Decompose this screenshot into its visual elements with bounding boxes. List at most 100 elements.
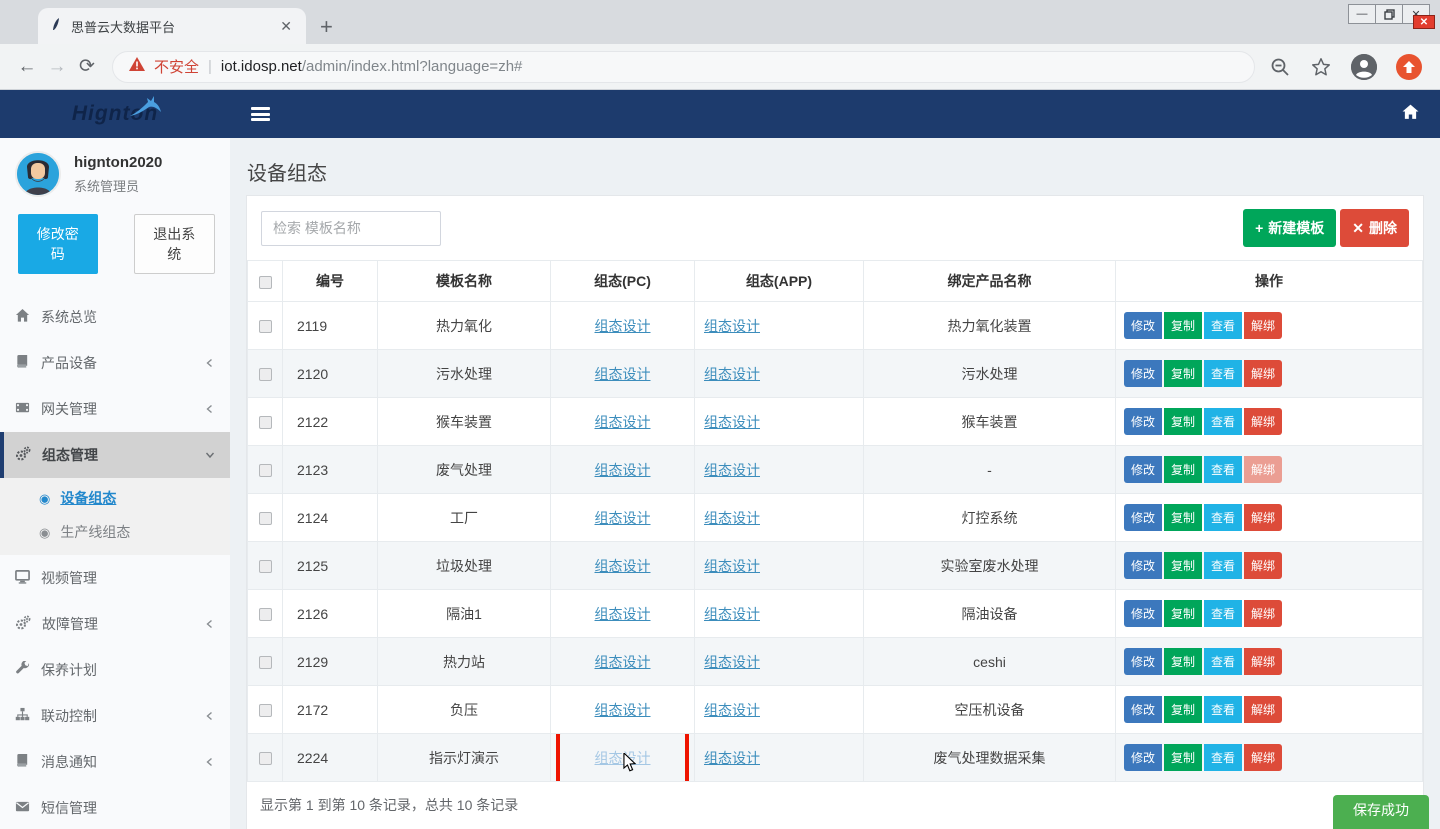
sidebar-item-gateway[interactable]: 网关管理	[0, 386, 230, 432]
new-template-button[interactable]: +新建模板	[1243, 209, 1336, 247]
unbind-button[interactable]: 解绑	[1244, 648, 1282, 675]
bookmark-star-icon[interactable]	[1310, 56, 1332, 78]
copy-button[interactable]: 复制	[1164, 648, 1202, 675]
edit-button[interactable]: 修改	[1124, 552, 1162, 579]
close-button[interactable]: ✕✕	[1402, 4, 1430, 24]
home-icon[interactable]	[1402, 104, 1419, 125]
edit-button[interactable]: 修改	[1124, 408, 1162, 435]
view-button[interactable]: 查看	[1204, 696, 1242, 723]
copy-button[interactable]: 复制	[1164, 552, 1202, 579]
pc-config-link[interactable]: 组态设计	[595, 606, 651, 622]
unbind-button[interactable]: 解绑	[1244, 312, 1282, 339]
pc-config-link[interactable]: 组态设计	[595, 510, 651, 526]
view-button[interactable]: 查看	[1204, 360, 1242, 387]
copy-button[interactable]: 复制	[1164, 744, 1202, 771]
pc-config-link[interactable]: 组态设计	[595, 702, 651, 718]
sidebar-item-video[interactable]: 视频管理	[0, 555, 230, 601]
unbind-button[interactable]: 解绑	[1244, 600, 1282, 627]
logout-button[interactable]: 退出系统	[134, 214, 216, 274]
extension-up-arrow-icon[interactable]	[1396, 54, 1422, 80]
address-bar[interactable]: 不安全 | iot.idosp.net/admin/index.html?lan…	[112, 51, 1255, 83]
view-button[interactable]: 查看	[1204, 648, 1242, 675]
row-checkbox[interactable]	[259, 368, 272, 381]
tab-close-icon[interactable]: ✕	[276, 18, 296, 35]
unbind-button[interactable]: 解绑	[1244, 552, 1282, 579]
copy-button[interactable]: 复制	[1164, 408, 1202, 435]
unbind-button[interactable]: 解绑	[1244, 360, 1282, 387]
search-input[interactable]	[261, 211, 441, 246]
hamburger-menu-icon[interactable]	[251, 107, 270, 121]
pc-config-link[interactable]: 组态设计	[595, 414, 651, 430]
browser-profile-icon[interactable]	[1351, 54, 1377, 80]
app-config-link[interactable]: 组态设计	[704, 702, 760, 718]
row-checkbox[interactable]	[259, 464, 272, 477]
view-button[interactable]: 查看	[1204, 552, 1242, 579]
change-password-button[interactable]: 修改密码	[18, 214, 98, 274]
view-button[interactable]: 查看	[1204, 600, 1242, 627]
view-button[interactable]: 查看	[1204, 744, 1242, 771]
app-config-link[interactable]: 组态设计	[704, 558, 760, 574]
edit-button[interactable]: 修改	[1124, 648, 1162, 675]
unbind-button[interactable]: 解绑	[1244, 504, 1282, 531]
row-checkbox[interactable]	[259, 512, 272, 525]
edit-button[interactable]: 修改	[1124, 504, 1162, 531]
row-checkbox[interactable]	[259, 704, 272, 717]
sidebar-item-linkage-control[interactable]: 联动控制	[0, 693, 230, 739]
copy-button[interactable]: 复制	[1164, 456, 1202, 483]
sidebar-item-sms[interactable]: 短信管理	[0, 785, 230, 829]
reload-icon[interactable]: ⟳	[72, 55, 102, 78]
restore-button[interactable]	[1375, 4, 1403, 24]
sidebar-item-message-notify[interactable]: 消息通知	[0, 739, 230, 785]
sidebar-item-system-overview[interactable]: 系统总览	[0, 294, 230, 340]
new-tab-button[interactable]: +	[320, 16, 333, 38]
select-all-checkbox[interactable]	[259, 276, 272, 289]
edit-button[interactable]: 修改	[1124, 312, 1162, 339]
app-config-link[interactable]: 组态设计	[704, 510, 760, 526]
sidebar-item-product-devices[interactable]: 产品设备	[0, 340, 230, 386]
sidebar-item-device-config[interactable]: ◉ 设备组态	[0, 481, 230, 515]
copy-button[interactable]: 复制	[1164, 504, 1202, 531]
unbind-button[interactable]: 解绑	[1244, 744, 1282, 771]
browser-tab[interactable]: 思普云大数据平台 ✕	[38, 8, 306, 44]
row-checkbox[interactable]	[259, 416, 272, 429]
row-checkbox[interactable]	[259, 320, 272, 333]
back-icon[interactable]: ←	[12, 56, 42, 78]
app-config-link[interactable]: 组态设计	[704, 654, 760, 670]
pc-config-link[interactable]: 组态设计	[595, 366, 651, 382]
row-checkbox[interactable]	[259, 752, 272, 765]
edit-button[interactable]: 修改	[1124, 696, 1162, 723]
row-checkbox[interactable]	[259, 608, 272, 621]
sidebar-item-maintenance[interactable]: 保养计划	[0, 647, 230, 693]
copy-button[interactable]: 复制	[1164, 600, 1202, 627]
app-config-link[interactable]: 组态设计	[704, 606, 760, 622]
app-config-link[interactable]: 组态设计	[704, 462, 760, 478]
sidebar-item-fault[interactable]: 故障管理	[0, 601, 230, 647]
sidebar-item-production-line-config[interactable]: ◉ 生产线组态	[0, 515, 230, 549]
pc-config-link[interactable]: 组态设计	[595, 654, 651, 670]
view-button[interactable]: 查看	[1204, 504, 1242, 531]
pc-config-link[interactable]: 组态设计	[595, 462, 651, 478]
pc-config-link[interactable]: 组态设计	[595, 558, 651, 574]
forward-icon[interactable]: →	[42, 56, 72, 78]
edit-button[interactable]: 修改	[1124, 456, 1162, 483]
app-config-link[interactable]: 组态设计	[704, 318, 760, 334]
zoom-out-icon[interactable]	[1269, 56, 1291, 78]
unbind-button[interactable]: 解绑	[1244, 408, 1282, 435]
edit-button[interactable]: 修改	[1124, 744, 1162, 771]
pc-config-link[interactable]: 组态设计	[595, 318, 651, 334]
copy-button[interactable]: 复制	[1164, 360, 1202, 387]
sidebar-item-configuration[interactable]: 组态管理	[0, 432, 230, 478]
app-config-link[interactable]: 组态设计	[704, 366, 760, 382]
view-button[interactable]: 查看	[1204, 408, 1242, 435]
row-checkbox[interactable]	[259, 656, 272, 669]
delete-button[interactable]: ✕删除	[1340, 209, 1409, 247]
edit-button[interactable]: 修改	[1124, 600, 1162, 627]
unbind-button[interactable]: 解绑	[1244, 456, 1282, 483]
minimize-button[interactable]: —	[1348, 4, 1376, 24]
view-button[interactable]: 查看	[1204, 456, 1242, 483]
row-checkbox[interactable]	[259, 560, 272, 573]
unbind-button[interactable]: 解绑	[1244, 696, 1282, 723]
copy-button[interactable]: 复制	[1164, 696, 1202, 723]
app-config-link[interactable]: 组态设计	[704, 750, 760, 766]
view-button[interactable]: 查看	[1204, 312, 1242, 339]
